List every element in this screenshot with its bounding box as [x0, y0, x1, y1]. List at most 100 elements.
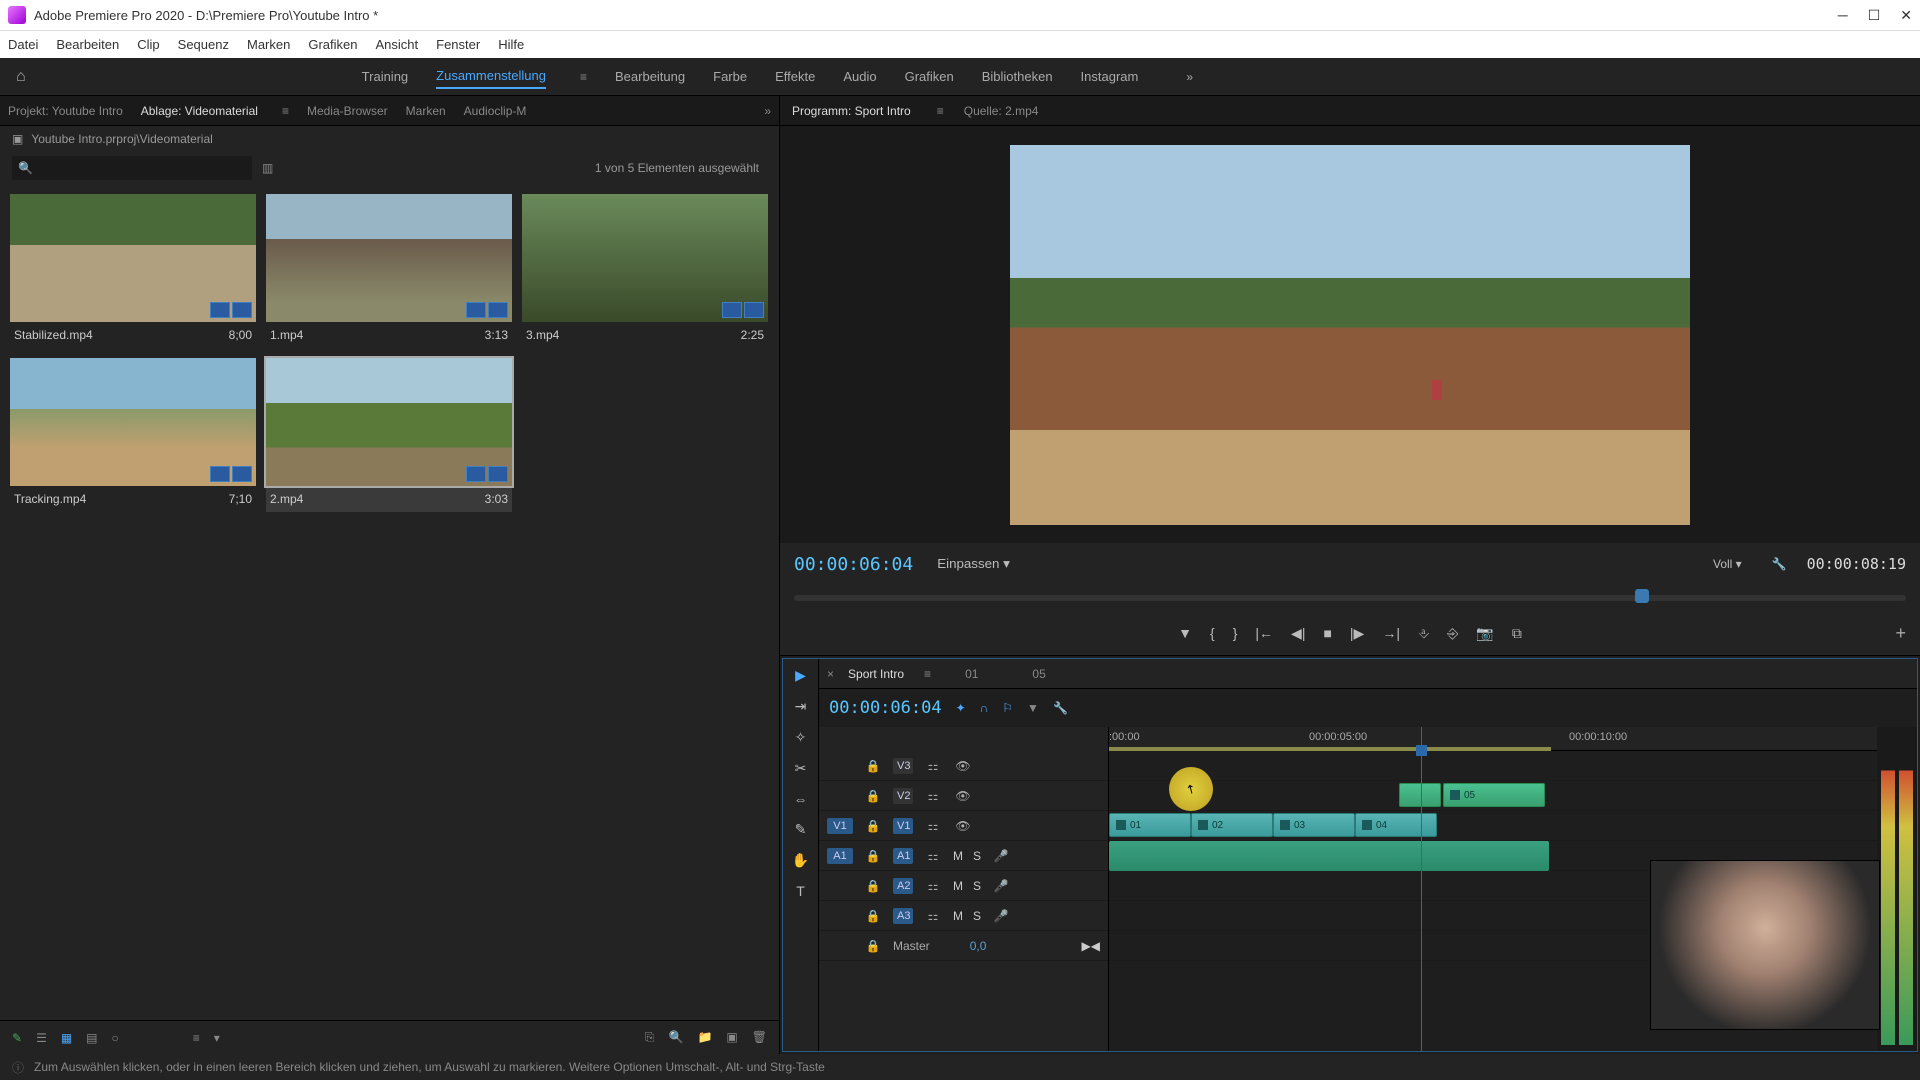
clip-item-selected[interactable]: 2.mp43:03 [266, 358, 512, 512]
menu-fenster[interactable]: Fenster [436, 37, 480, 52]
track-header-a3[interactable]: 🔒A3⚏MS🎤 [819, 901, 1108, 931]
track-header-v3[interactable]: 🔒V3⚏👁 [819, 751, 1108, 781]
tab-marken[interactable]: Marken [406, 104, 446, 118]
new-item-icon[interactable]: ▣ [726, 1030, 737, 1045]
icon-view-icon[interactable]: ▦ [61, 1031, 72, 1045]
razor-tool-icon[interactable]: ✂ [795, 760, 807, 777]
workspace-training[interactable]: Training [362, 65, 408, 88]
new-bin-button[interactable]: 📁 [697, 1030, 712, 1045]
extract-icon[interactable]: ⎆ [1447, 625, 1458, 642]
seq-tab-01[interactable]: 01 [965, 667, 978, 681]
close-seq-icon[interactable]: × [827, 667, 834, 681]
playhead[interactable] [1421, 727, 1422, 1051]
type-tool-icon[interactable]: T [796, 883, 805, 899]
linked-selection-icon[interactable]: ∩ [980, 701, 989, 715]
add-button-icon[interactable]: + [1895, 623, 1906, 644]
tab-programm[interactable]: Programm: Sport Intro [792, 104, 911, 118]
ripple-tool-icon[interactable]: ✧ [795, 729, 807, 746]
selection-tool-icon[interactable]: ▶ [795, 667, 806, 684]
timeline-wrench-icon[interactable]: 🔧 [1053, 701, 1068, 715]
track-header-master[interactable]: 🔒Master0,0▶◀ [819, 931, 1108, 961]
menu-sequenz[interactable]: Sequenz [178, 37, 229, 52]
tab-ablage[interactable]: Ablage: Videomaterial [141, 104, 258, 118]
menu-clip[interactable]: Clip [137, 37, 159, 52]
timeline-timecode[interactable]: 00:00:06:04 [829, 698, 942, 718]
list-view-icon[interactable]: ☰ [36, 1031, 47, 1045]
scrubber-handle[interactable] [1635, 589, 1649, 603]
bin-icon[interactable]: ▣ [12, 132, 23, 146]
lift-icon[interactable]: ⎀ [1418, 625, 1429, 642]
mark-in-button[interactable]: { [1210, 625, 1215, 641]
maximize-button[interactable]: ☐ [1868, 7, 1881, 24]
mark-in-icon[interactable]: ▼ [1178, 625, 1192, 641]
delete-icon[interactable]: 🗑 [752, 1030, 767, 1045]
pen-icon[interactable]: ✎ [12, 1031, 22, 1045]
track-select-icon[interactable]: ⇥ [795, 698, 807, 715]
panel-menu-icon[interactable]: ≡ [282, 104, 289, 118]
track-header-v1[interactable]: V1🔒V1⚏👁 [819, 811, 1108, 841]
workspace-overflow-icon[interactable]: » [1186, 70, 1193, 84]
clip-item[interactable]: Stabilized.mp48;00 [10, 194, 256, 348]
tab-media-browser[interactable]: Media-Browser [307, 104, 388, 118]
settings-icon[interactable]: 🔧 [1772, 557, 1787, 571]
tab-audioclip[interactable]: Audioclip-M [464, 104, 527, 118]
workspace-audio[interactable]: Audio [843, 65, 876, 88]
track-header-a2[interactable]: 🔒A2⚏MS🎤 [819, 871, 1108, 901]
comparison-icon[interactable]: ⧉ [1512, 625, 1522, 642]
menu-marken[interactable]: Marken [247, 37, 290, 52]
program-monitor[interactable] [780, 126, 1920, 543]
search-input[interactable] [12, 156, 252, 180]
workspace-bibliotheken[interactable]: Bibliotheken [982, 65, 1053, 88]
new-bin-icon[interactable]: ▥ [262, 161, 273, 175]
zoom-dropdown[interactable]: Voll ▾ [1713, 557, 1742, 571]
program-scrubber[interactable] [780, 585, 1920, 611]
menu-ansicht[interactable]: Ansicht [375, 37, 418, 52]
minimize-button[interactable]: ─ [1838, 7, 1848, 24]
workspace-effekte[interactable]: Effekte [775, 65, 815, 88]
clip-item[interactable]: 1.mp43:13 [266, 194, 512, 348]
timeline-menu-icon[interactable]: ≡ [924, 667, 931, 681]
mark-out-button[interactable]: } [1233, 625, 1238, 641]
sequence-tab[interactable]: Sport Intro [848, 667, 904, 681]
track-header-v2[interactable]: 🔒V2⚏👁 [819, 781, 1108, 811]
tab-projekt[interactable]: Projekt: Youtube Intro [8, 104, 123, 118]
workspace-farbe[interactable]: Farbe [713, 65, 747, 88]
track-header-a1[interactable]: A1🔒A1⚏MS🎤 [819, 841, 1108, 871]
step-back-icon[interactable]: ◀| [1291, 625, 1305, 642]
seq-tab-05[interactable]: 05 [1032, 667, 1045, 681]
clip-item[interactable]: 3.mp42:25 [522, 194, 768, 348]
panel-overflow-icon[interactable]: » [764, 104, 771, 118]
snap-icon[interactable]: ✦ [956, 701, 966, 715]
timecode-in[interactable]: 00:00:06:04 [794, 554, 913, 575]
go-to-out-icon[interactable]: →| [1382, 625, 1400, 641]
sort-dropdown-icon[interactable]: ▾ [214, 1031, 220, 1045]
fit-dropdown[interactable]: Einpassen ▾ [937, 556, 1010, 572]
tab-quelle[interactable]: Quelle: 2.mp4 [964, 104, 1039, 118]
automate-icon[interactable]: ⎘ [645, 1030, 655, 1045]
workspace-instagram[interactable]: Instagram [1081, 65, 1139, 88]
marker-icon[interactable]: ⚐ [1002, 701, 1013, 715]
workspace-bearbeitung[interactable]: Bearbeitung [615, 65, 685, 88]
menu-grafiken[interactable]: Grafiken [308, 37, 357, 52]
workspace-zusammenstellung[interactable]: Zusammenstellung [436, 64, 546, 89]
find-icon[interactable]: 🔍 [669, 1030, 684, 1045]
menu-hilfe[interactable]: Hilfe [498, 37, 524, 52]
menu-datei[interactable]: Datei [8, 37, 38, 52]
slip-tool-icon[interactable]: ⇔ [794, 791, 808, 807]
export-frame-icon[interactable]: 📷 [1476, 625, 1493, 642]
hand-tool-icon[interactable]: ✋ [792, 852, 809, 869]
program-menu-icon[interactable]: ≡ [937, 104, 944, 118]
zoom-slider-icon[interactable]: ○ [112, 1031, 119, 1045]
close-button[interactable]: ✕ [1900, 7, 1912, 24]
sort-icon[interactable]: ≡ [193, 1031, 200, 1045]
home-icon[interactable]: ⌂ [16, 68, 26, 86]
clip-item[interactable]: Tracking.mp47;10 [10, 358, 256, 512]
menu-bearbeiten[interactable]: Bearbeiten [56, 37, 119, 52]
freeform-view-icon[interactable]: ▤ [86, 1031, 97, 1045]
timeline-settings-icon[interactable]: ▼ [1027, 701, 1039, 715]
workspace-menu-icon[interactable]: ≡ [580, 70, 587, 84]
go-to-in-icon[interactable]: |← [1255, 625, 1273, 641]
pen-tool-icon[interactable]: ✎ [795, 821, 807, 838]
timeline-ruler[interactable]: :00:00 00:00:05:00 00:00:10:00 [1109, 727, 1877, 751]
workspace-grafiken[interactable]: Grafiken [905, 65, 954, 88]
